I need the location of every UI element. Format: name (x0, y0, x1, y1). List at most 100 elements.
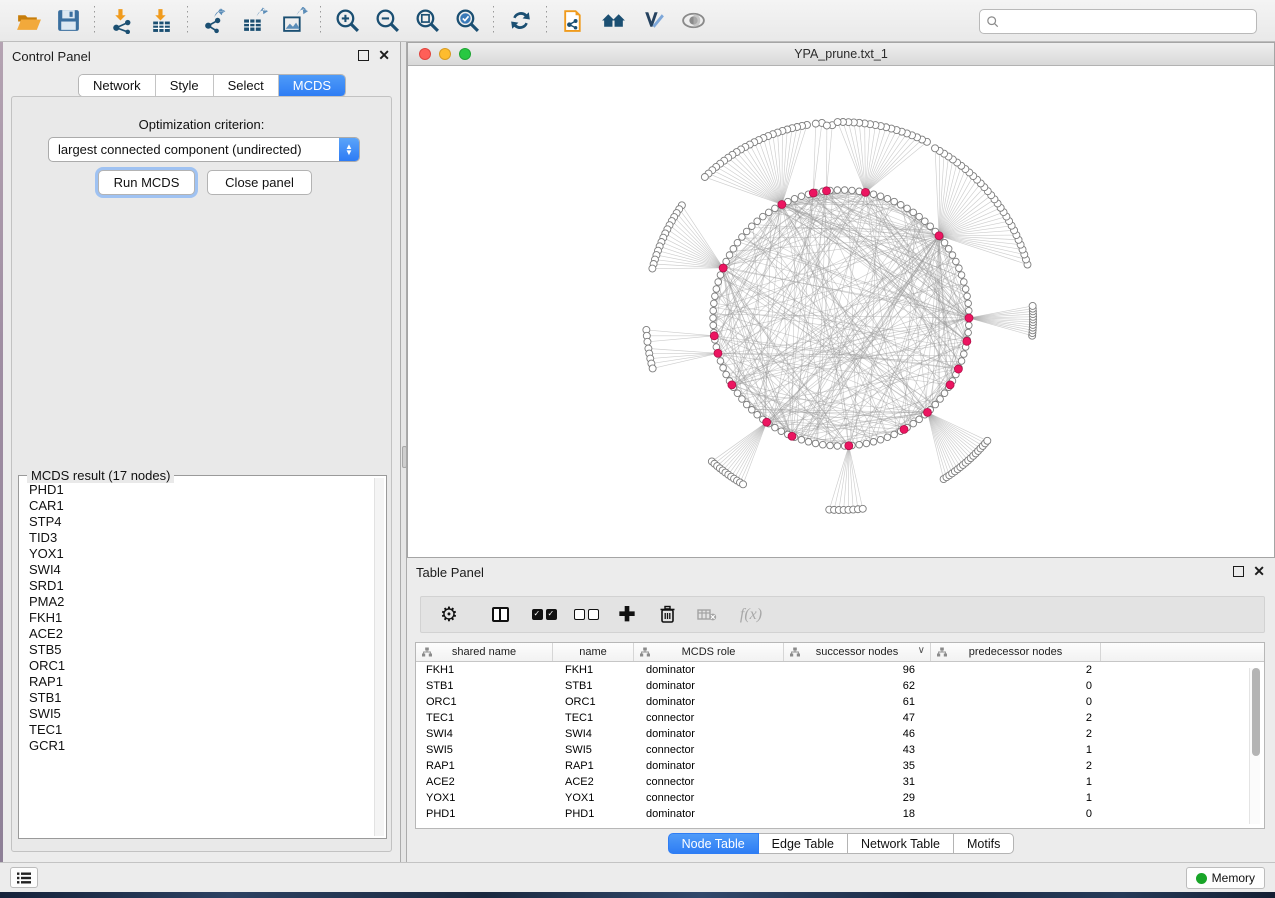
cell-shared-name[interactable]: STB1 (416, 680, 553, 692)
result-node-item[interactable]: ORC1 (29, 658, 371, 674)
cell-MCDS-role[interactable]: connector (634, 792, 784, 804)
memory-button[interactable]: Memory (1186, 867, 1265, 889)
table-row[interactable]: SWI4SWI4dominator462 (416, 726, 1264, 742)
cell-successor-nodes[interactable]: 96 (784, 664, 931, 676)
export-network-button[interactable] (194, 4, 234, 38)
zoom-fit-button[interactable] (407, 4, 447, 38)
cell-MCDS-role[interactable]: connector (634, 744, 784, 756)
column-header-name[interactable]: name (553, 643, 634, 661)
table-row[interactable]: ORC1ORC1dominator610 (416, 694, 1264, 710)
zoom-selected-button[interactable] (447, 4, 487, 38)
result-node-item[interactable]: GCR1 (29, 738, 371, 754)
cell-successor-nodes[interactable]: 31 (784, 776, 931, 788)
refresh-view-button[interactable] (500, 4, 540, 38)
table-row[interactable]: RAP1RAP1dominator352 (416, 758, 1264, 774)
result-scrollbar[interactable] (374, 478, 384, 836)
cell-successor-nodes[interactable]: 61 (784, 696, 931, 708)
cell-successor-nodes[interactable]: 47 (784, 712, 931, 724)
cell-successor-nodes[interactable]: 18 (784, 808, 931, 820)
tab-style[interactable]: Style (156, 75, 214, 96)
column-header-successor-nodes[interactable]: successor nodes∨ (784, 643, 931, 661)
cell-shared-name[interactable]: PHD1 (416, 808, 553, 820)
cell-successor-nodes[interactable]: 35 (784, 760, 931, 772)
result-node-item[interactable]: FKH1 (29, 610, 371, 626)
open-file-button[interactable] (8, 4, 48, 38)
result-node-item[interactable]: STB5 (29, 642, 371, 658)
result-node-item[interactable]: YOX1 (29, 546, 371, 562)
table-row[interactable]: STB1STB1dominator620 (416, 678, 1264, 694)
cell-MCDS-role[interactable]: dominator (634, 808, 784, 820)
cell-successor-nodes[interactable]: 62 (784, 680, 931, 692)
table-row[interactable]: SWI5SWI5connector431 (416, 742, 1264, 758)
export-image-button[interactable] (274, 4, 314, 38)
tab-node-table[interactable]: Node Table (668, 833, 759, 854)
cell-predecessor-nodes[interactable]: 2 (931, 712, 1101, 724)
result-node-item[interactable]: TID3 (29, 530, 371, 546)
table-settings-button[interactable]: ⚙ (421, 597, 477, 632)
cell-successor-nodes[interactable]: 46 (784, 728, 931, 740)
cell-name[interactable]: FKH1 (553, 664, 634, 676)
cell-name[interactable]: SWI4 (553, 728, 634, 740)
cell-shared-name[interactable]: RAP1 (416, 760, 553, 772)
delete-column-button[interactable] (647, 597, 687, 632)
cell-predecessor-nodes[interactable]: 0 (931, 680, 1101, 692)
cell-shared-name[interactable]: ORC1 (416, 696, 553, 708)
cell-MCDS-role[interactable]: dominator (634, 760, 784, 772)
result-node-item[interactable]: RAP1 (29, 674, 371, 690)
cell-successor-nodes[interactable]: 43 (784, 744, 931, 756)
network-window-titlebar[interactable]: YPA_prune.txt_1 (408, 43, 1274, 66)
result-node-item[interactable]: PHD1 (29, 482, 371, 498)
result-node-item[interactable]: STB1 (29, 690, 371, 706)
import-table-button[interactable] (141, 4, 181, 38)
float-panel-icon[interactable] (1233, 566, 1244, 577)
cell-predecessor-nodes[interactable]: 1 (931, 792, 1101, 804)
column-header-shared-name[interactable]: shared name (416, 643, 553, 661)
cell-name[interactable]: STB1 (553, 680, 634, 692)
close-panel-icon[interactable]: ✕ (1253, 566, 1265, 577)
cell-successor-nodes[interactable]: 29 (784, 792, 931, 804)
zoom-in-button[interactable] (327, 4, 367, 38)
tab-network-table[interactable]: Network Table (848, 833, 954, 854)
vizmapper-button[interactable] (633, 4, 673, 38)
add-column-button[interactable]: ✚ (607, 597, 647, 632)
cell-predecessor-nodes[interactable]: 1 (931, 744, 1101, 756)
node-table[interactable]: shared namenameMCDS rolesuccessor nodes∨… (415, 642, 1265, 829)
column-header-predecessor-nodes[interactable]: predecessor nodes (931, 643, 1101, 661)
home-networks-button[interactable] (593, 4, 633, 38)
hide-eye-button[interactable] (673, 4, 713, 38)
cell-name[interactable]: ACE2 (553, 776, 634, 788)
cell-name[interactable]: RAP1 (553, 760, 634, 772)
result-node-item[interactable]: CAR1 (29, 498, 371, 514)
share-document-button[interactable] (553, 4, 593, 38)
zoom-out-button[interactable] (367, 4, 407, 38)
cell-MCDS-role[interactable]: dominator (634, 696, 784, 708)
result-node-item[interactable]: STP4 (29, 514, 371, 530)
tab-motifs[interactable]: Motifs (954, 833, 1014, 854)
cell-shared-name[interactable]: YOX1 (416, 792, 553, 804)
network-canvas[interactable] (408, 66, 1274, 557)
select-all-columns-button[interactable] (523, 597, 565, 632)
result-node-item[interactable]: SWI4 (29, 562, 371, 578)
search-input[interactable] (1000, 12, 1256, 32)
table-row[interactable]: ACE2ACE2connector311 (416, 774, 1264, 790)
show-columns-button[interactable] (477, 597, 523, 632)
cell-MCDS-role[interactable]: connector (634, 776, 784, 788)
result-node-item[interactable]: ACE2 (29, 626, 371, 642)
tab-mcds[interactable]: MCDS (279, 75, 345, 96)
cell-name[interactable]: ORC1 (553, 696, 634, 708)
criterion-select[interactable]: largest connected component (undirected)… (48, 137, 360, 162)
panel-splitter[interactable] (400, 42, 407, 862)
result-node-item[interactable]: TEC1 (29, 722, 371, 738)
table-row[interactable]: TEC1TEC1connector472 (416, 710, 1264, 726)
result-node-item[interactable]: PMA2 (29, 594, 371, 610)
result-node-item[interactable]: SWI5 (29, 706, 371, 722)
cell-MCDS-role[interactable]: connector (634, 712, 784, 724)
search-box[interactable] (979, 9, 1257, 34)
cell-name[interactable]: TEC1 (553, 712, 634, 724)
tab-network[interactable]: Network (79, 75, 156, 96)
cell-name[interactable]: SWI5 (553, 744, 634, 756)
cell-predecessor-nodes[interactable]: 1 (931, 776, 1101, 788)
cell-predecessor-nodes[interactable]: 2 (931, 728, 1101, 740)
table-scrollbar[interactable] (1249, 668, 1260, 824)
float-panel-icon[interactable] (358, 50, 369, 61)
